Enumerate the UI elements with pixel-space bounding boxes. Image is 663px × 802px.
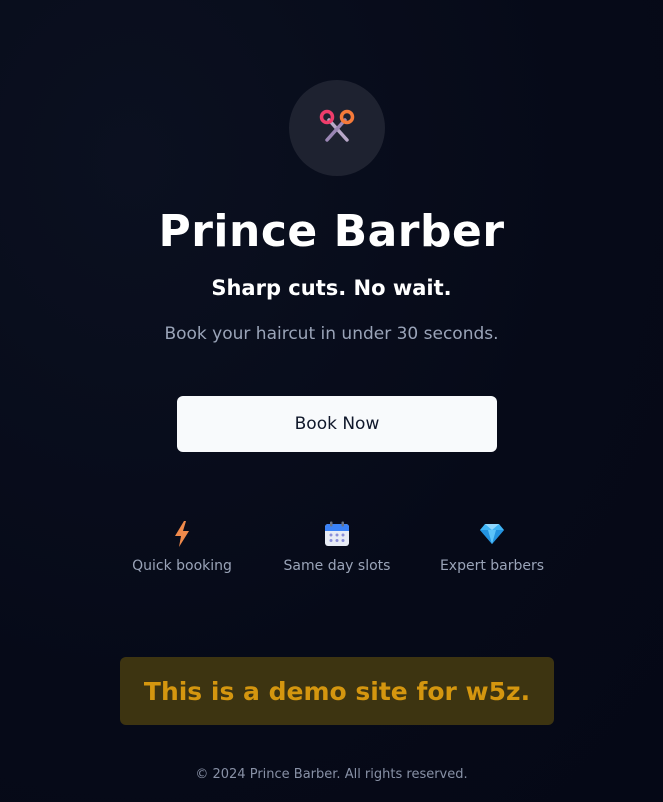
subtitle: Book your haircut in under 30 seconds. xyxy=(164,324,499,344)
diamond-icon xyxy=(480,524,504,544)
page-title: Prince Barber xyxy=(158,206,505,257)
feature-label: Same day slots xyxy=(283,558,391,574)
logo xyxy=(289,80,385,176)
book-now-button[interactable]: Book Now xyxy=(177,396,497,452)
demo-banner: This is a demo site for w5z. xyxy=(120,657,554,725)
feature-quick-booking: Quick booking xyxy=(102,518,262,574)
scissors-icon xyxy=(319,109,355,142)
footer-copyright: © 2024 Prince Barber. All rights reserve… xyxy=(195,767,468,782)
lightning-icon xyxy=(175,521,189,547)
tagline: Sharp cuts. No wait. xyxy=(211,276,452,300)
feature-label: Expert barbers xyxy=(439,558,545,574)
feature-same-day-slots: Same day slots xyxy=(257,518,417,574)
feature-label: Quick booking xyxy=(132,558,232,574)
feature-expert-barbers: Expert barbers xyxy=(412,518,572,574)
landing-page: Prince Barber Sharp cuts. No wait. Book … xyxy=(0,0,663,802)
demo-banner-text: This is a demo site for w5z. xyxy=(143,676,531,706)
calendar-icon xyxy=(325,521,349,546)
